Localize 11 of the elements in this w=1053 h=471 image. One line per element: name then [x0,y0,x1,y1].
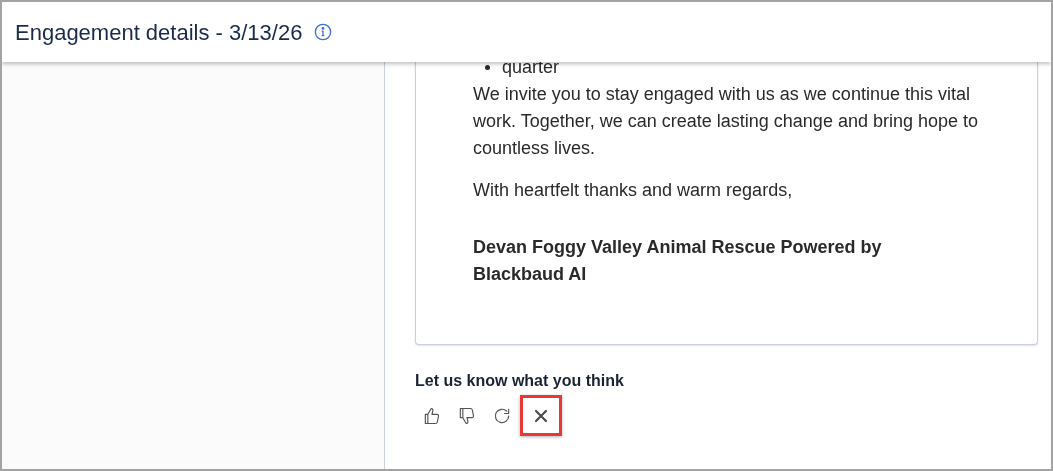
thumbs-down-icon [457,405,477,426]
list-item: quarter [502,56,560,79]
letter-paragraph: We invite you to stay engaged with us as we continue this vital work. Together, we can create lasting change and bring hope to countless lives. [473,83,979,160]
info-icon[interactable] [314,23,333,41]
letter-paragraph: With heartfelt thanks and warm regards, [473,179,794,202]
thumbs-up-icon [422,405,442,426]
letter-signature: Devan Foggy Valley Animal Rescue Powered by Blackbaud AI [473,236,883,286]
bullet-icon [485,65,490,70]
feedback-prompt: Let us know what you think [415,371,625,391]
close-button[interactable] [520,395,562,436]
page-title: Engagement details - 3/13/26 [15,18,303,47]
